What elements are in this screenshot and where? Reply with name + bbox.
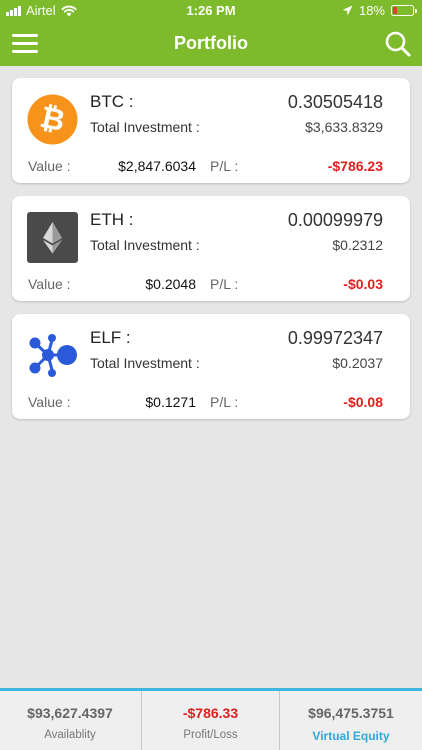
holding-card-btc[interactable]: ₿ BTC : 0.30505418 Total Investment : $3… [12, 78, 410, 183]
holdings-list: ₿ BTC : 0.30505418 Total Investment : $3… [12, 78, 410, 432]
search-icon [385, 31, 411, 57]
pl-label: P/L : [210, 158, 239, 174]
current-value: $2,847.6034 [118, 158, 196, 174]
page-title: Portfolio [174, 33, 248, 53]
profit-loss-value: -$786.33 [182, 705, 239, 721]
portfolio-screen: Airtel 1:26 PM 18% Portfolio ₿ BTC: 0.3… [0, 0, 422, 750]
coin-quantity: 0.30505418 [287, 92, 383, 112]
virtual-equity-label: Virtual Equity [312, 729, 390, 743]
pl-label: P/L : [210, 394, 239, 410]
pl-value: -$0.08 [343, 394, 383, 410]
coin-quantity: 0.99972347 [287, 328, 383, 348]
total-investment-value: $0.2037 [332, 355, 383, 371]
profit-loss-label: Profit/Loss [183, 729, 238, 741]
virtual-equity-value: $96,475.3751 [308, 705, 394, 721]
bitcoin-logo-icon: ₿ [27, 94, 78, 145]
holding-card-elf[interactable]: ELF : 0.99972347 Total Investment : $0.2… [12, 314, 410, 419]
value-label: Value : [28, 394, 71, 410]
coin-symbol: ETH : [90, 210, 134, 229]
value-label: Value : [28, 158, 71, 174]
pl-value: -$786.23 [327, 158, 383, 174]
total-investment-label: Total Investment : [90, 355, 200, 371]
value-label: Value : [28, 276, 71, 292]
battery-percent: 18% [358, 3, 385, 18]
status-bar-right: 18% [342, 3, 417, 18]
current-value: $0.2048 [145, 276, 196, 292]
holding-card-eth[interactable]: ETH : 0.00099979 Total Investment : $0.2… [12, 196, 410, 301]
battery-icon [391, 5, 417, 16]
total-investment-label: Total Investment : [90, 119, 200, 135]
status-bar: Airtel 1:26 PM 18% [0, 0, 422, 22]
total-investment-value: $0.2312 [332, 237, 383, 253]
summary-footer: $93,627.4397 Availablity -$786.33 Profit… [0, 688, 422, 750]
availability-tab[interactable]: $93,627.4397 Availablity [0, 691, 140, 750]
aelf-logo-icon [29, 334, 77, 377]
availability-label: Availablity [44, 729, 96, 741]
pl-label: P/L : [210, 276, 239, 292]
coin-symbol: ELF : [90, 328, 131, 347]
ethereum-logo-icon [27, 212, 78, 263]
nav-bar: Portfolio [0, 22, 422, 66]
total-investment-value: $3,633.8329 [305, 119, 383, 135]
location-arrow-icon [342, 5, 353, 16]
search-button[interactable] [384, 30, 412, 58]
pl-value: -$0.03 [343, 276, 383, 292]
coin-quantity: 0.00099979 [287, 210, 383, 230]
total-investment-label: Total Investment : [90, 237, 200, 253]
coin-symbol: BTC : [90, 92, 134, 111]
virtual-equity-tab[interactable]: $96,475.3751 Virtual Equity [280, 691, 422, 750]
profit-loss-tab[interactable]: -$786.33 Profit/Loss [141, 691, 280, 750]
current-value: $0.1271 [145, 394, 196, 410]
availability-value: $93,627.4397 [27, 705, 113, 721]
